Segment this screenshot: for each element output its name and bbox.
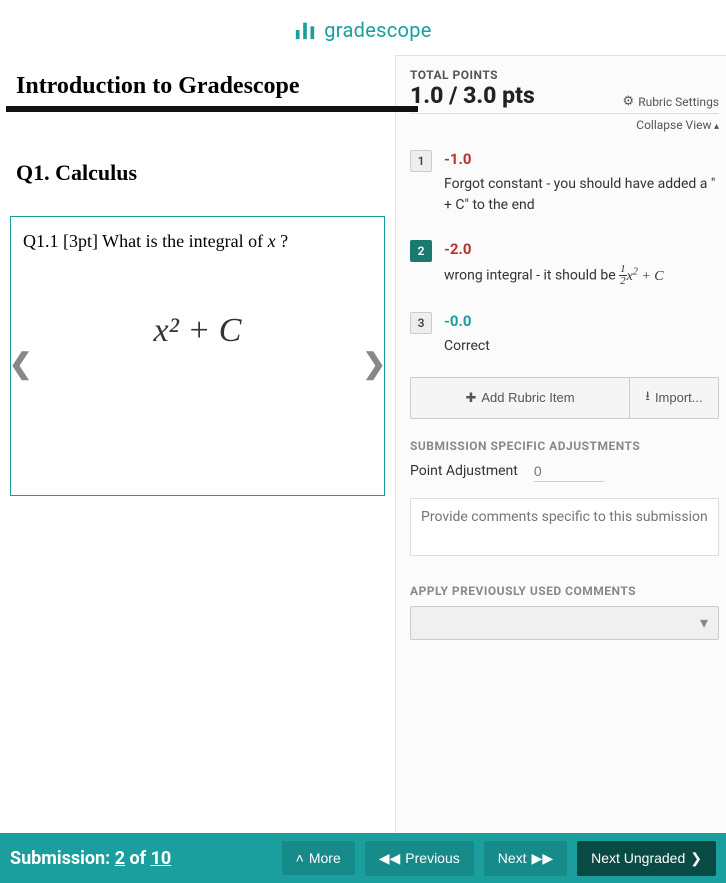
rubric-points: -2.0 <box>444 240 719 258</box>
previous-comments-dropdown[interactable]: ▾ <box>410 606 719 640</box>
import-rubric-button[interactable]: ⭳Import... <box>629 377 719 419</box>
plus-icon: ✚ <box>465 390 476 406</box>
app-header: gradescope <box>0 0 726 55</box>
point-adjustment-row: Point Adjustment <box>410 461 719 498</box>
gear-icon <box>623 94 635 109</box>
logo-bars-icon <box>294 19 316 41</box>
score-row: 1.0 / 3.0 pts Rubric Settings <box>410 82 719 114</box>
rubric-key-3[interactable]: 3 <box>410 312 432 334</box>
apply-previous-label: APPLY PREVIOUSLY USED COMMENTS <box>410 584 719 606</box>
more-button[interactable]: ˄More <box>282 841 355 875</box>
rubric-description: Forgot constant - you should have added … <box>444 168 719 216</box>
rubric-body: -2.0 wrong integral - it should be 12x2 … <box>444 240 719 288</box>
double-chevron-left-icon: ◀◀ <box>379 850 401 867</box>
question-heading: Q1. Calculus <box>8 112 387 216</box>
rubric-item-3[interactable]: 3 -0.0 Correct <box>410 302 719 371</box>
grading-footer: Submission: 2 of 10 ˄More ◀◀Previous Nex… <box>0 833 726 883</box>
grading-panel: TOTAL POINTS 1.0 / 3.0 pts Rubric Settin… <box>395 55 726 840</box>
rubric-points: -1.0 <box>444 150 719 168</box>
prev-region-arrow[interactable]: ❮ <box>9 347 32 380</box>
adjustments-label: SUBMISSION SPECIFIC ADJUSTMENTS <box>410 439 719 461</box>
next-ungraded-button[interactable]: Next Ungraded❯ <box>577 841 716 876</box>
rubric-body: -0.0 Correct <box>444 312 719 357</box>
submission-viewer: Introduction to Gradescope Q1. Calculus … <box>0 55 395 840</box>
download-icon: ⭳ <box>645 387 650 409</box>
next-button[interactable]: Next▶▶ <box>484 841 567 876</box>
point-adjustment-label: Point Adjustment <box>410 463 518 479</box>
rubric-key-2[interactable]: 2 <box>410 240 432 262</box>
rubric-settings-link[interactable]: Rubric Settings <box>623 94 719 109</box>
rubric-item-1[interactable]: 1 -1.0 Forgot constant - you should have… <box>410 140 719 230</box>
score-value: 1.0 / 3.0 pts <box>410 82 535 109</box>
question-text: Q1.1 [3pt] What is the integral of x ? <box>23 231 372 252</box>
rubric-description: Correct <box>444 330 719 357</box>
rubric-body: -1.0 Forgot constant - you should have a… <box>444 150 719 216</box>
next-region-arrow[interactable]: ❯ <box>363 347 386 380</box>
main-content: Introduction to Gradescope Q1. Calculus … <box>0 55 726 840</box>
brand-logo[interactable]: gradescope <box>294 18 431 42</box>
rubric-description: wrong integral - it should be 12x2 + C <box>444 258 719 288</box>
rubric-key-1[interactable]: 1 <box>410 150 432 172</box>
student-answer: x² + C <box>23 252 372 350</box>
chevron-right-icon: ❯ <box>690 850 702 867</box>
add-rubric-item-button[interactable]: ✚Add Rubric Item <box>410 377 629 419</box>
math-expression: 12x2 + C <box>619 269 664 284</box>
double-chevron-right-icon: ▶▶ <box>532 850 554 867</box>
document-title: Introduction to Gradescope <box>8 55 387 106</box>
rubric-item-2[interactable]: 2 -2.0 wrong integral - it should be 12x… <box>410 230 719 302</box>
rubric-actions: ✚Add Rubric Item ⭳Import... <box>410 377 719 419</box>
answer-region[interactable]: Q1.1 [3pt] What is the integral of x ? x… <box>10 216 385 496</box>
chevron-up-icon: ˄ <box>296 850 304 866</box>
point-adjustment-input[interactable] <box>534 461 604 482</box>
chevron-down-icon: ▾ <box>700 613 708 632</box>
brand-name: gradescope <box>324 18 431 42</box>
collapse-view-toggle[interactable]: Collapse View <box>410 116 719 140</box>
submission-counter: Submission: 2 of 10 <box>10 848 272 869</box>
previous-button[interactable]: ◀◀Previous <box>365 841 474 876</box>
submission-comments-input[interactable] <box>410 498 719 556</box>
rubric-points: -0.0 <box>444 312 719 330</box>
total-points-label: TOTAL POINTS <box>410 68 719 82</box>
